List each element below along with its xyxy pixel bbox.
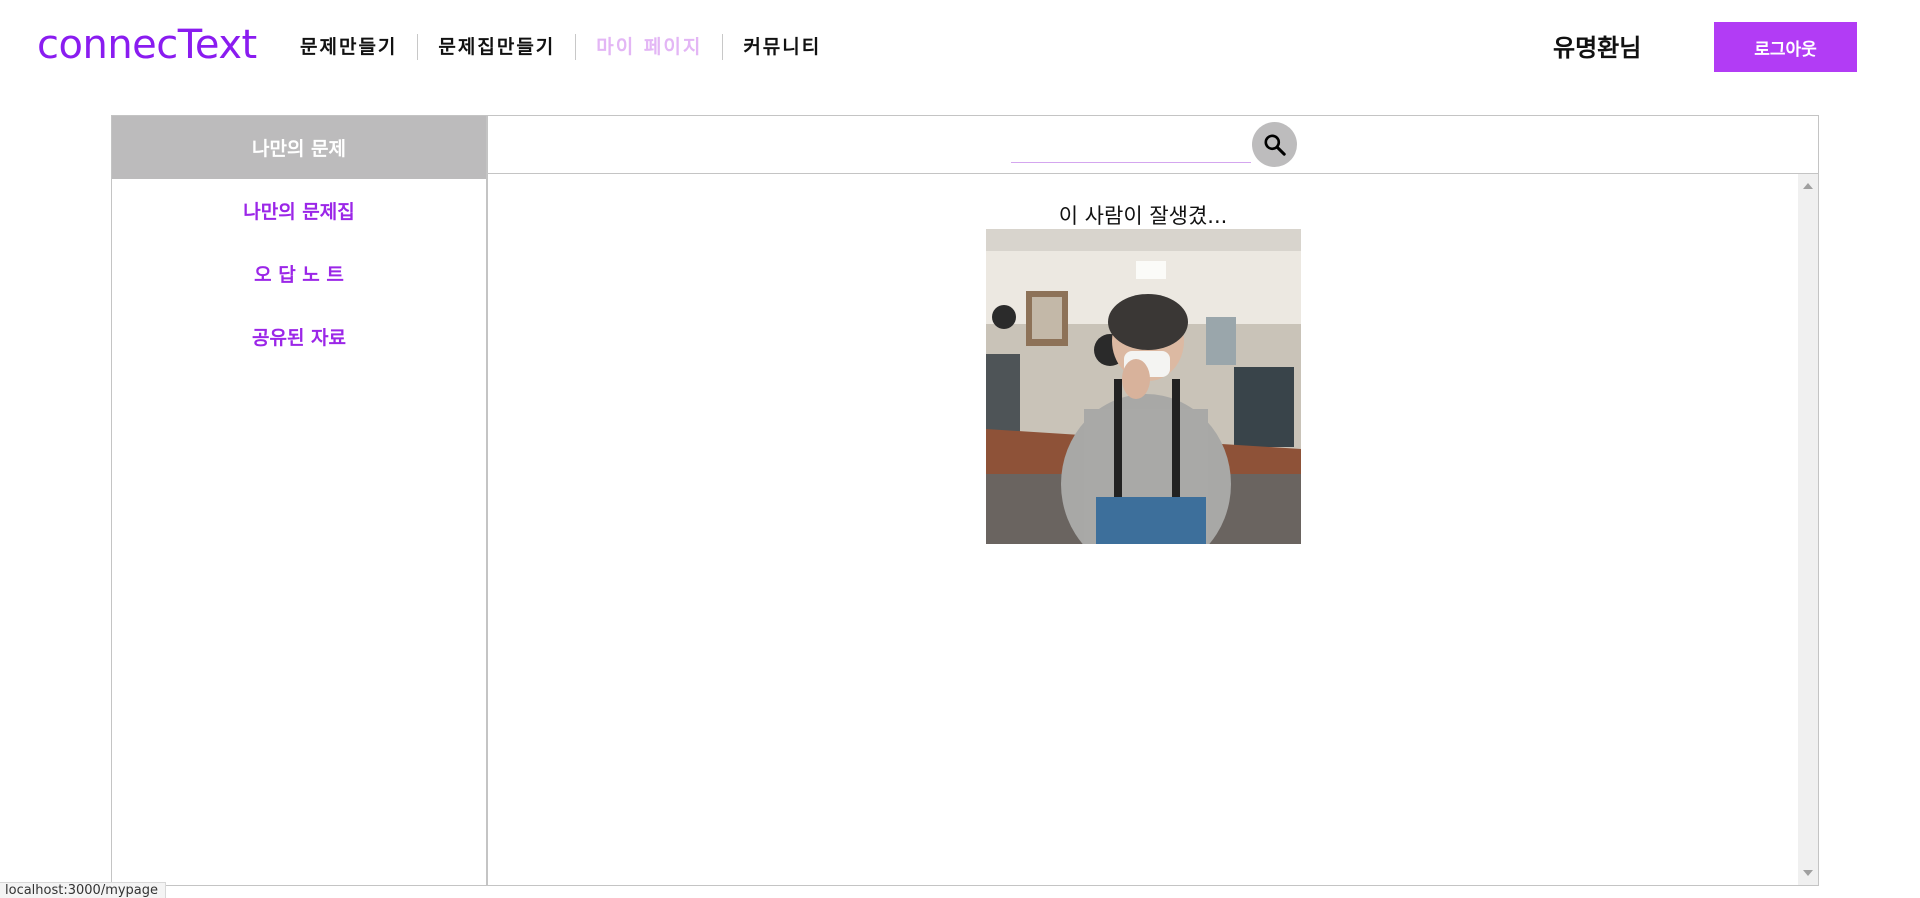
main-nav: 문제만들기 문제집만들기 마이 페이지 커뮤니티 [280,30,841,64]
scroll-up-icon[interactable] [1798,178,1818,194]
post-list[interactable]: 이 사람이 잘생겼... [488,174,1818,885]
sidebar-item-shared-materials[interactable]: 공유된 자료 [112,305,486,368]
nav-item-make-question[interactable]: 문제만들기 [280,33,417,61]
mypage-panel: 나만의 문제 나만의 문제집 오 답 노 트 공유된 자료 이 사람이 잘생겼.… [111,115,1819,886]
sidebar-item-my-workbooks[interactable]: 나만의 문제집 [112,179,486,242]
user-name: 유명환님 [1553,34,1642,62]
sidebar-item-wrong-answer-note[interactable]: 오 답 노 트 [112,242,486,305]
logo[interactable]: connecText [37,22,257,68]
search-input[interactable] [1011,136,1251,163]
search-icon [1262,132,1288,158]
post-title: 이 사람이 잘생겼... [1058,204,1228,228]
sidebar: 나만의 문제 나만의 문제집 오 답 노 트 공유된 자료 [112,116,488,885]
main-content: 이 사람이 잘생겼... [488,116,1818,885]
search-bar [488,116,1818,174]
sidebar-item-my-questions[interactable]: 나만의 문제 [112,116,486,179]
nav-item-community[interactable]: 커뮤니티 [723,33,841,61]
search-button[interactable] [1252,122,1297,167]
scroll-down-icon[interactable] [1798,865,1818,881]
logout-button[interactable]: 로그아웃 [1714,22,1857,72]
post-photo[interactable] [986,229,1301,544]
top-header: connecText 문제만들기 문제집만들기 마이 페이지 커뮤니티 유명환님… [0,0,1920,95]
status-bar-url: localhost:3000/mypage [0,882,167,898]
nav-item-my-page[interactable]: 마이 페이지 [576,33,722,61]
vertical-scrollbar[interactable] [1798,174,1818,885]
nav-item-make-workbook[interactable]: 문제집만들기 [418,33,575,61]
